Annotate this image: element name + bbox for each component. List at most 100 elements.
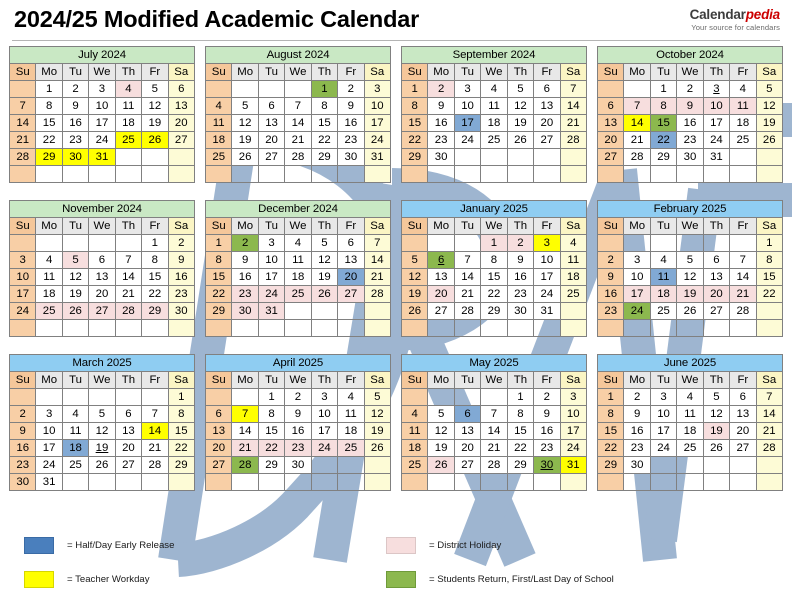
day-cell[interactable]: 21 <box>453 285 482 303</box>
day-cell[interactable]: 25 <box>204 148 233 166</box>
day-cell[interactable]: 28 <box>480 456 508 474</box>
day-cell[interactable]: 10 <box>533 251 561 269</box>
day-cell[interactable]: 28 <box>141 456 169 474</box>
day-cell[interactable]: 2 <box>676 80 704 98</box>
day-cell[interactable]: 26 <box>88 456 116 474</box>
day-cell[interactable]: 28 <box>114 302 143 320</box>
day-cell[interactable]: 19 <box>427 439 455 457</box>
day-cell[interactable]: 23 <box>427 131 455 149</box>
day-cell[interactable]: 19 <box>676 285 704 303</box>
day-cell[interactable]: 8 <box>167 405 196 423</box>
day-cell[interactable]: 27 <box>533 131 561 149</box>
day-cell[interactable]: 13 <box>88 268 116 286</box>
day-cell[interactable]: 14 <box>480 422 508 440</box>
day-cell[interactable]: 4 <box>649 251 678 269</box>
day-cell[interactable]: 29 <box>400 148 429 166</box>
day-cell[interactable]: 31 <box>702 148 731 166</box>
day-cell[interactable]: 2 <box>623 388 651 406</box>
day-cell[interactable]: 8 <box>257 405 286 423</box>
day-cell[interactable]: 16 <box>533 422 561 440</box>
day-cell[interactable]: 18 <box>114 114 143 132</box>
day-cell[interactable]: 13 <box>204 422 233 440</box>
day-cell[interactable]: 17 <box>88 114 116 132</box>
day-cell[interactable]: 18 <box>480 114 508 132</box>
day-cell[interactable]: 7 <box>141 405 169 423</box>
day-cell[interactable]: 15 <box>480 268 508 286</box>
day-cell[interactable]: 13 <box>337 251 365 269</box>
day-cell[interactable]: 1 <box>596 388 625 406</box>
day-cell[interactable]: 24 <box>35 456 63 474</box>
day-cell[interactable]: 30 <box>284 456 312 474</box>
day-cell[interactable]: 5 <box>400 251 429 269</box>
day-cell[interactable]: 25 <box>35 302 63 320</box>
day-cell[interactable]: 4 <box>114 80 143 98</box>
day-cell[interactable]: 16 <box>506 268 535 286</box>
day-cell[interactable]: 21 <box>141 439 169 457</box>
day-cell[interactable]: 12 <box>427 422 455 440</box>
day-cell[interactable]: 15 <box>310 114 339 132</box>
day-cell[interactable]: 14 <box>755 405 784 423</box>
day-cell[interactable]: 29 <box>204 302 233 320</box>
day-cell[interactable]: 7 <box>729 251 757 269</box>
day-cell[interactable]: 11 <box>114 97 143 115</box>
day-cell[interactable]: 29 <box>596 456 625 474</box>
day-cell[interactable]: 28 <box>363 285 392 303</box>
day-cell[interactable]: 7 <box>8 97 37 115</box>
day-cell[interactable]: 15 <box>141 268 169 286</box>
day-cell[interactable]: 17 <box>533 268 561 286</box>
day-cell[interactable]: 3 <box>702 80 731 98</box>
day-cell[interactable]: 11 <box>676 405 704 423</box>
day-cell[interactable]: 25 <box>61 456 90 474</box>
day-cell[interactable]: 3 <box>310 388 339 406</box>
day-cell[interactable]: 25 <box>337 439 365 457</box>
day-cell[interactable]: 27 <box>596 148 625 166</box>
day-cell[interactable]: 27 <box>427 302 455 320</box>
day-cell[interactable]: 17 <box>702 114 731 132</box>
day-cell[interactable]: 12 <box>676 268 704 286</box>
day-cell[interactable]: 6 <box>337 234 365 252</box>
day-cell[interactable]: 27 <box>702 302 731 320</box>
day-cell[interactable]: 11 <box>649 268 678 286</box>
day-cell[interactable]: 22 <box>755 285 784 303</box>
day-cell[interactable]: 13 <box>257 114 286 132</box>
day-cell[interactable]: 28 <box>559 131 588 149</box>
day-cell[interactable]: 23 <box>596 302 625 320</box>
day-cell[interactable]: 10 <box>363 97 392 115</box>
day-cell[interactable]: 24 <box>8 302 37 320</box>
day-cell[interactable]: 18 <box>35 285 63 303</box>
day-cell[interactable]: 5 <box>506 80 535 98</box>
day-cell[interactable]: 9 <box>167 251 196 269</box>
day-cell[interactable]: 19 <box>310 268 339 286</box>
day-cell[interactable]: 4 <box>676 388 704 406</box>
day-cell[interactable]: 12 <box>61 268 90 286</box>
day-cell[interactable]: 13 <box>596 114 625 132</box>
day-cell[interactable]: 20 <box>702 285 731 303</box>
day-cell[interactable]: 27 <box>167 131 196 149</box>
day-cell[interactable]: 21 <box>363 268 392 286</box>
day-cell[interactable]: 11 <box>400 422 429 440</box>
day-cell[interactable]: 6 <box>702 251 731 269</box>
day-cell[interactable]: 13 <box>729 405 757 423</box>
day-cell[interactable]: 2 <box>8 405 37 423</box>
day-cell[interactable]: 4 <box>400 405 429 423</box>
day-cell[interactable]: 10 <box>8 268 37 286</box>
day-cell[interactable]: 13 <box>167 97 196 115</box>
day-cell[interactable]: 13 <box>114 422 143 440</box>
day-cell[interactable]: 12 <box>88 422 116 440</box>
day-cell[interactable]: 14 <box>141 422 169 440</box>
day-cell[interactable]: 17 <box>8 285 37 303</box>
day-cell[interactable]: 10 <box>453 97 482 115</box>
day-cell[interactable]: 10 <box>310 405 339 423</box>
day-cell[interactable]: 14 <box>363 251 392 269</box>
day-cell[interactable]: 20 <box>114 439 143 457</box>
day-cell[interactable]: 10 <box>559 405 588 423</box>
day-cell[interactable]: 30 <box>533 456 561 474</box>
day-cell[interactable]: 15 <box>167 422 196 440</box>
day-cell[interactable]: 1 <box>204 234 233 252</box>
day-cell[interactable]: 4 <box>559 234 588 252</box>
day-cell[interactable]: 28 <box>729 302 757 320</box>
day-cell[interactable]: 26 <box>755 131 784 149</box>
day-cell[interactable]: 22 <box>257 439 286 457</box>
day-cell[interactable]: 30 <box>506 302 535 320</box>
day-cell[interactable]: 25 <box>559 285 588 303</box>
